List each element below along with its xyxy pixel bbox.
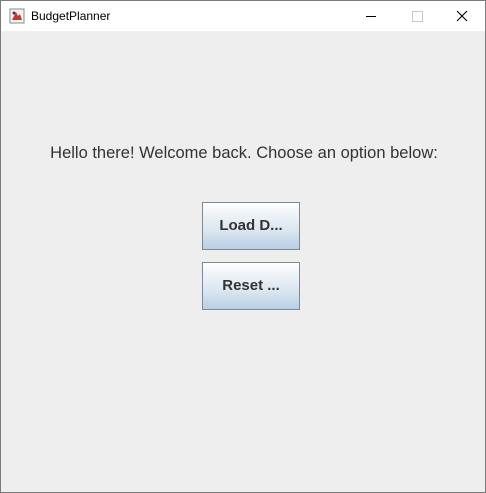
window-title: BudgetPlanner: [31, 9, 111, 23]
title-bar[interactable]: BudgetPlanner: [1, 1, 485, 31]
minimize-icon: [348, 1, 394, 31]
close-button[interactable]: [439, 1, 485, 31]
load-data-button[interactable]: Load D...: [202, 202, 300, 250]
content-panel: Hello there! Welcome back. Choose an opt…: [1, 31, 485, 492]
welcome-message: Hello there! Welcome back. Choose an opt…: [50, 144, 438, 162]
close-icon: [439, 1, 485, 31]
app-window: BudgetPlanner Hello there! Welcome back.…: [0, 0, 486, 493]
java-app-icon: [9, 8, 25, 24]
reset-button[interactable]: Reset ...: [202, 262, 300, 310]
maximize-icon: [394, 1, 440, 31]
maximize-button[interactable]: [394, 1, 440, 31]
minimize-button[interactable]: [348, 1, 394, 31]
